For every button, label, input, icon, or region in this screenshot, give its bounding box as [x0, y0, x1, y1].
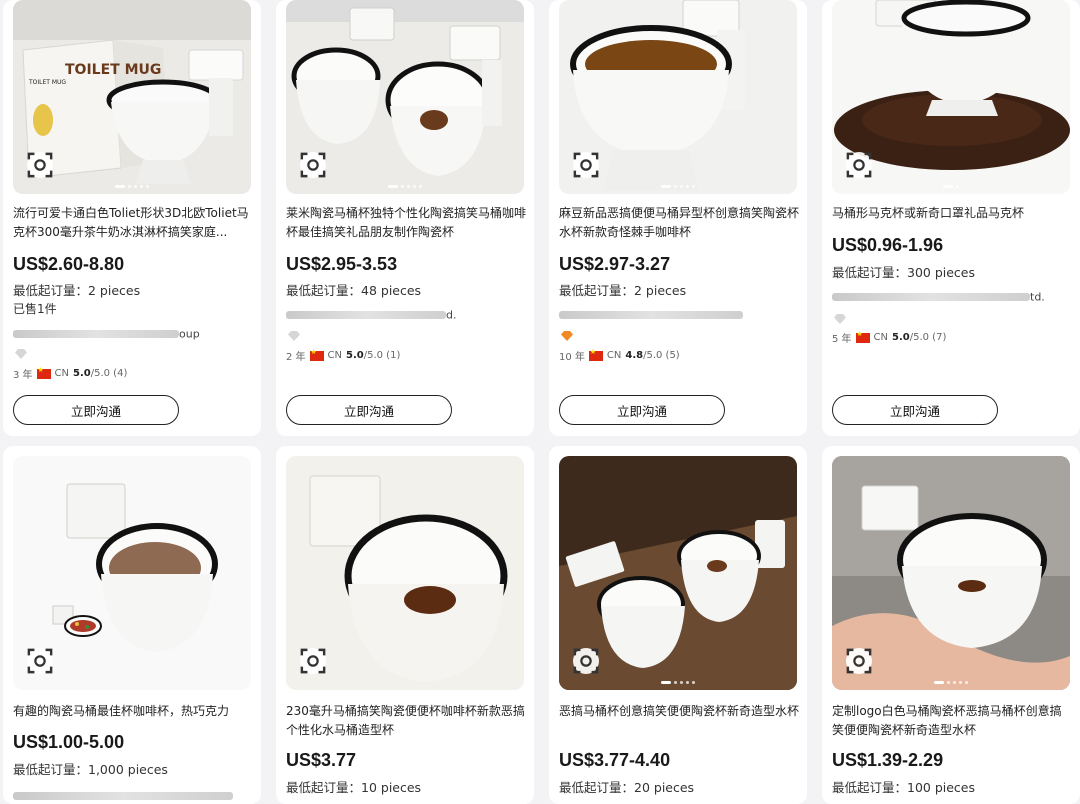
supplier-meta: 2 年 CN 5.0/5.0 (1)	[286, 348, 401, 364]
carousel-dots	[934, 681, 968, 684]
supplier-name[interactable]: td.	[832, 290, 1045, 304]
carousel-dots	[388, 185, 422, 188]
min-order-quantity: 最低起订量：2 pieces	[559, 283, 687, 298]
rating-suffix: /5.0 (7)	[909, 332, 947, 343]
min-order-quantity: 最低起订量：100 pieces	[832, 780, 976, 795]
carousel-dots	[115, 185, 149, 188]
years-on-platform: 10 年	[559, 352, 585, 363]
supplier-meta: 10 年 CN 4.8/5.0 (5)	[559, 348, 680, 364]
product-title[interactable]: 马桶形马克杯或新奇口罩礼品马克杯	[832, 204, 1072, 223]
rating-score: 5.0	[892, 332, 910, 343]
product-image[interactable]	[286, 0, 524, 194]
product-image[interactable]: TOILET MUG TOILET MUG	[13, 0, 251, 194]
product-card[interactable]: 恶搞马桶杯创意搞笑便便陶瓷杯新奇造型水杯 US$3.77-4.40 最低起订量：…	[549, 446, 807, 804]
product-image[interactable]	[13, 456, 251, 690]
product-title[interactable]: 莱米陶瓷马桶杯独特个性化陶瓷搞笑马桶咖啡杯最佳搞笑礼品朋友制作陶瓷杯	[286, 204, 526, 242]
diamond-icon	[561, 331, 573, 341]
china-flag-icon	[36, 366, 51, 379]
product-card[interactable]: 麻豆新品恶搞便便马桶异型杯创意搞笑陶瓷杯水杯新款奇怪棘手咖啡杯 US$2.97-…	[549, 0, 807, 436]
product-image[interactable]	[832, 0, 1070, 194]
product-card[interactable]: 定制logo白色马桶陶瓷杯恶搞马桶杯创意搞笑便便陶瓷杯新奇造型水杯 US$1.3…	[822, 446, 1080, 804]
min-order-quantity: 最低起订量：300 pieces	[832, 265, 976, 280]
image-search-icon[interactable]	[300, 648, 326, 674]
image-search-icon[interactable]	[573, 152, 599, 178]
diamond-icon	[834, 314, 846, 324]
country-code: CN	[873, 332, 889, 343]
product-grid: TOILET MUG TOILET MUG 流行可爱卡通白色Toliet形状3D…	[0, 0, 1080, 804]
rating-score: 5.0	[73, 368, 91, 379]
product-price: US$2.95-3.53	[286, 254, 398, 274]
china-flag-icon	[309, 348, 324, 361]
supplier-meta: 5 年 CN 5.0/5.0 (7)	[832, 330, 947, 346]
rating-suffix: /5.0 (5)	[643, 350, 680, 361]
supplier-meta: 3 年 CN 5.0/5.0 (4)	[13, 366, 128, 382]
diamond-icon	[15, 349, 27, 359]
years-on-platform: 3 年	[13, 370, 33, 381]
box-logo-text: TOILET MUG	[65, 62, 161, 78]
min-order-quantity: 最低起订量：2 pieces	[13, 283, 141, 298]
rating-score: 5.0	[346, 350, 364, 361]
image-search-icon[interactable]	[846, 152, 872, 178]
sold-count: 已售1件	[13, 302, 57, 316]
years-on-platform: 5 年	[832, 334, 852, 345]
product-price: US$1.00-5.00	[13, 732, 125, 752]
country-code: CN	[54, 368, 70, 379]
rating-suffix: /5.0 (4)	[90, 368, 128, 379]
product-card[interactable]: 230毫升马桶搞笑陶瓷便便杯咖啡杯新款恶搞个性化水马桶造型杯 US$3.77 最…	[276, 446, 534, 804]
product-price: US$2.97-3.27	[559, 254, 671, 274]
image-search-icon[interactable]	[27, 152, 53, 178]
product-title[interactable]: 有趣的陶瓷马桶最佳杯咖啡杯，热巧克力	[13, 702, 253, 721]
image-search-icon[interactable]	[300, 152, 326, 178]
product-price: US$2.60-8.80	[13, 254, 125, 274]
product-card[interactable]: 马桶形马克杯或新奇口罩礼品马克杯 US$0.96-1.96 最低起订量：300 …	[822, 0, 1080, 436]
years-on-platform: 2 年	[286, 352, 306, 363]
rating-suffix: /5.0 (1)	[363, 350, 401, 361]
product-price: US$1.39-2.29	[832, 750, 944, 770]
contact-now-button[interactable]: 立即沟通	[286, 395, 452, 425]
rating-score: 4.8	[625, 350, 644, 361]
product-image[interactable]	[559, 0, 797, 194]
product-image[interactable]	[286, 456, 524, 690]
product-image[interactable]	[559, 456, 797, 690]
product-title[interactable]: 230毫升马桶搞笑陶瓷便便杯咖啡杯新款恶搞个性化水马桶造型杯	[286, 702, 526, 740]
contact-now-button[interactable]: 立即沟通	[832, 395, 998, 425]
product-title[interactable]: 恶搞马桶杯创意搞笑便便陶瓷杯新奇造型水杯	[559, 702, 799, 721]
image-search-icon[interactable]	[27, 648, 53, 674]
product-image[interactable]	[832, 456, 1070, 690]
box-side-text: TOILET MUG	[28, 79, 66, 86]
product-price: US$3.77-4.40	[559, 750, 671, 770]
product-price: US$3.77	[286, 750, 357, 770]
product-title[interactable]: 流行可爱卡通白色Toliet形状3D北欧Toliet马克杯300毫升茶牛奶冰淇淋…	[13, 204, 253, 242]
min-order-quantity: 最低起订量：10 pieces	[286, 780, 422, 795]
china-flag-icon	[855, 330, 870, 343]
product-title[interactable]: 定制logo白色马桶陶瓷杯恶搞马桶杯创意搞笑便便陶瓷杯新奇造型水杯	[832, 702, 1072, 740]
min-order-quantity: 最低起订量：1,000 pieces	[13, 762, 168, 777]
country-code: CN	[606, 350, 622, 361]
product-card[interactable]: 有趣的陶瓷马桶最佳杯咖啡杯，热巧克力 US$1.00-5.00 最低起订量：1,…	[3, 446, 261, 804]
supplier-name[interactable]	[13, 789, 233, 801]
min-order-quantity: 最低起订量：20 pieces	[559, 780, 695, 795]
carousel-dots	[661, 185, 695, 188]
contact-now-button[interactable]: 立即沟通	[13, 395, 179, 425]
min-order-quantity: 最低起订量：48 pieces	[286, 283, 422, 298]
product-card[interactable]: TOILET MUG TOILET MUG 流行可爱卡通白色Toliet形状3D…	[3, 0, 261, 436]
image-search-icon[interactable]	[573, 648, 599, 674]
diamond-icon	[288, 331, 300, 341]
image-search-icon[interactable]	[846, 648, 872, 674]
contact-now-button[interactable]: 立即沟通	[559, 395, 725, 425]
supplier-name[interactable]	[559, 308, 743, 320]
supplier-name[interactable]: d.	[286, 308, 456, 322]
product-card[interactable]: 莱米陶瓷马桶杯独特个性化陶瓷搞笑马桶咖啡杯最佳搞笑礼品朋友制作陶瓷杯 US$2.…	[276, 0, 534, 436]
product-title[interactable]: 麻豆新品恶搞便便马桶异型杯创意搞笑陶瓷杯水杯新款奇怪棘手咖啡杯	[559, 204, 799, 242]
china-flag-icon	[588, 348, 603, 361]
supplier-name[interactable]: oup	[13, 327, 200, 341]
country-code: CN	[327, 350, 343, 361]
carousel-dots	[943, 185, 959, 188]
carousel-dots	[661, 681, 695, 684]
product-price: US$0.96-1.96	[832, 235, 944, 255]
